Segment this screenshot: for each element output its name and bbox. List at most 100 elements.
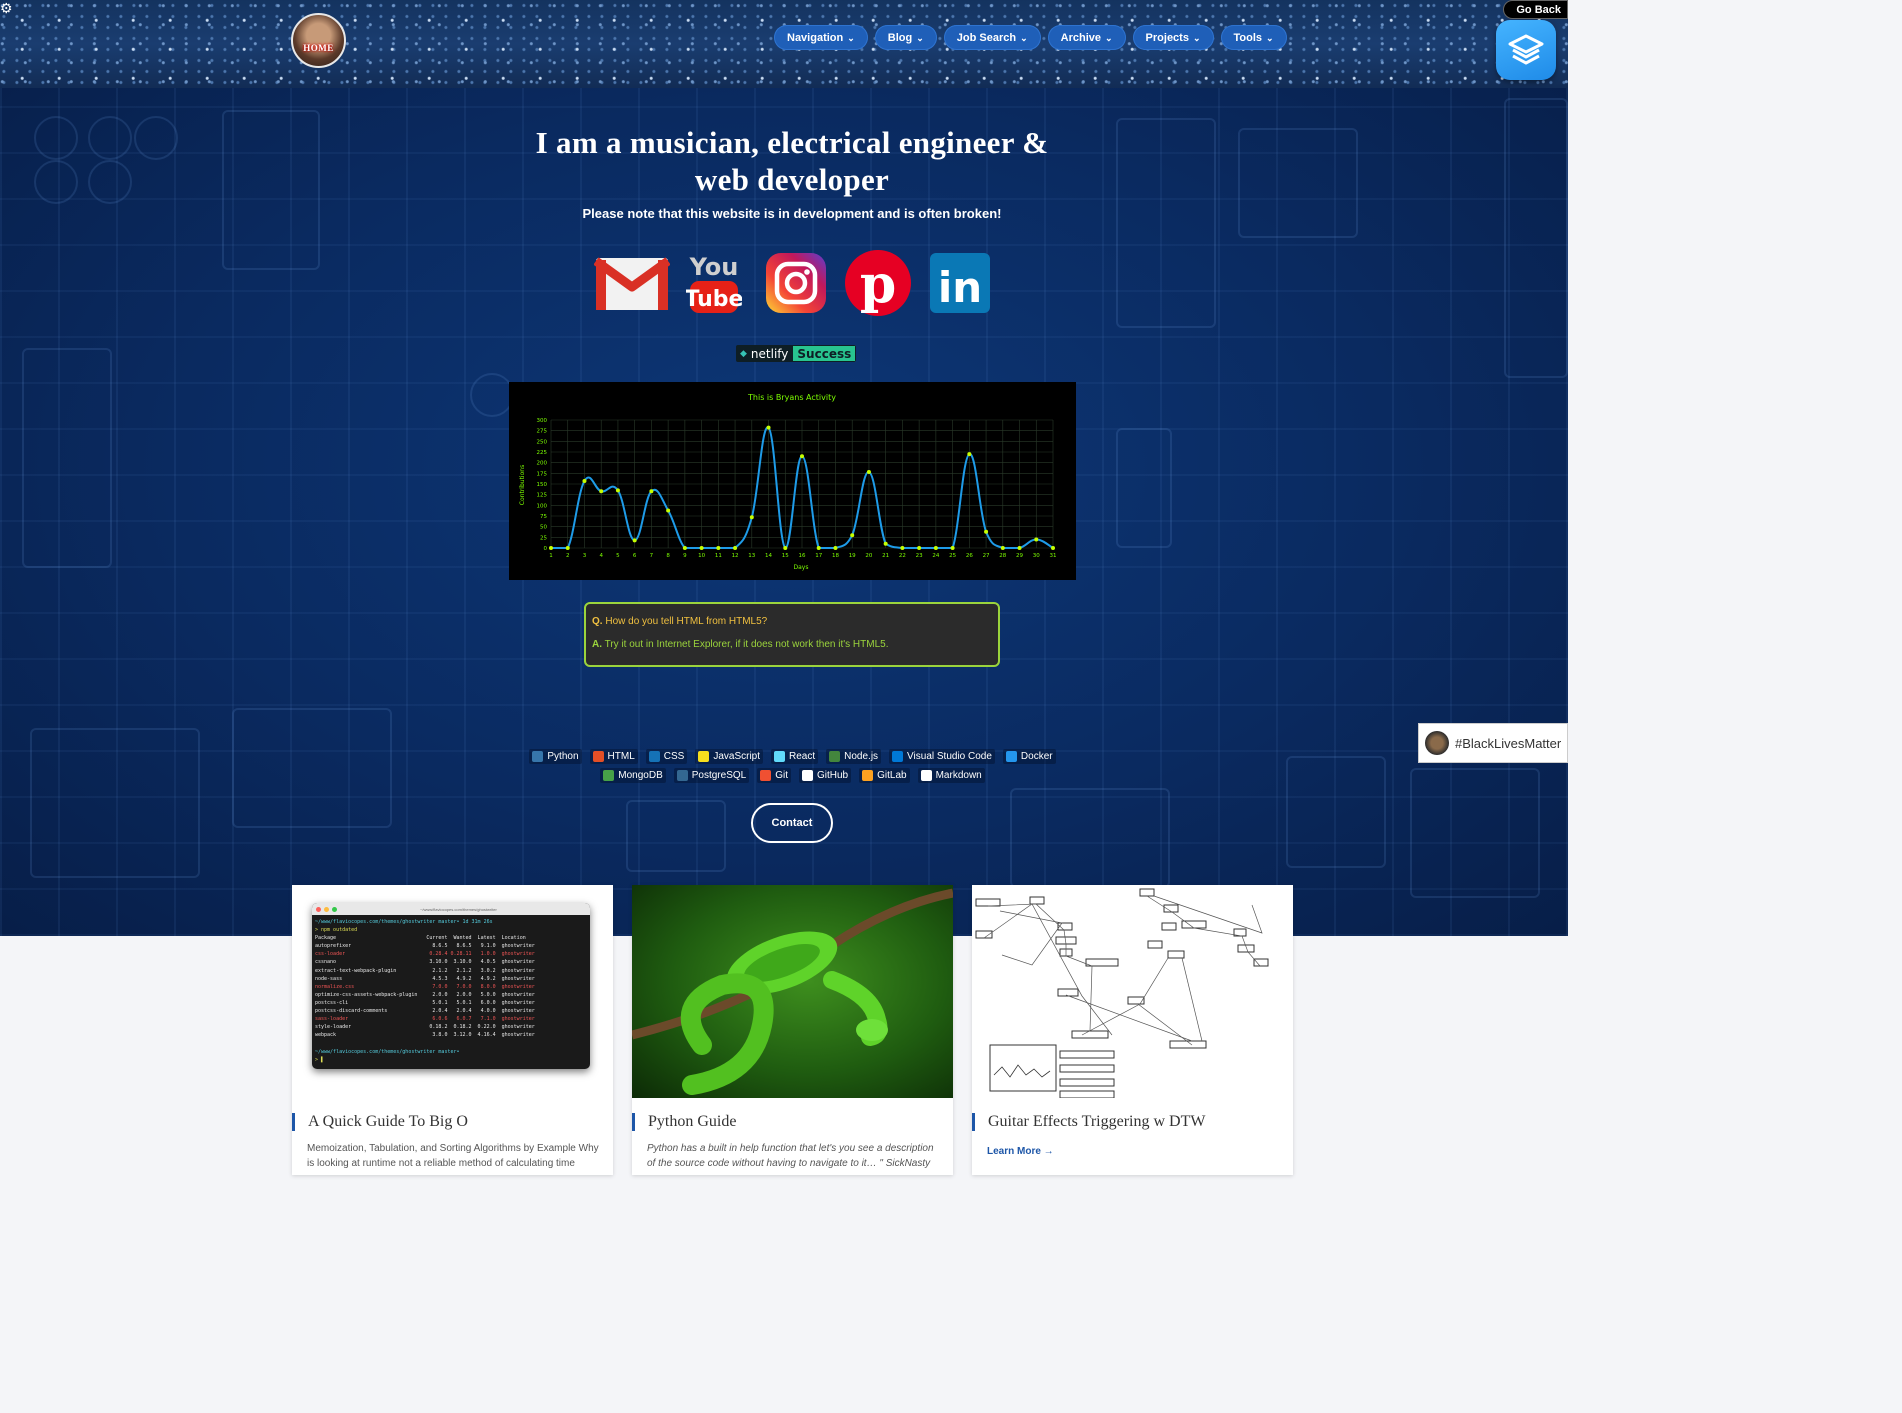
skill-badge-postgresql: PostgreSQL	[673, 768, 750, 783]
skill-label: Markdown	[935, 770, 982, 781]
home-avatar-link[interactable]: HOME	[291, 13, 346, 68]
svg-text:You: You	[689, 253, 739, 281]
chart-data-point	[800, 454, 804, 459]
go-back-button[interactable]: Go Back	[1503, 0, 1568, 19]
gmail-icon[interactable]	[594, 250, 670, 316]
circuit-chip-decoration	[1116, 118, 1216, 328]
skill-badge-github: GitHub	[799, 768, 852, 783]
chevron-down-icon: ⌄	[1192, 32, 1201, 43]
netlify-status-badge[interactable]: ◆ netlify Success	[736, 345, 857, 362]
gitlab-icon	[862, 770, 874, 781]
terminal-line: autoprefixer 8.6.5 8.6.5 9.1.0 ghostwrit…	[315, 943, 535, 950]
chart-x-tick-label: 4	[599, 553, 603, 559]
linkedin-icon[interactable]: in	[922, 250, 998, 316]
blog-card[interactable]: ~/www/flaviocopes.com/themes/ghostwriter…	[292, 885, 613, 1175]
chart-data-point	[649, 489, 654, 494]
skill-label: Python	[547, 751, 579, 762]
chart-data-point	[615, 488, 620, 493]
terminal-line: css-loader 0.28.4 0.28.11 1.0.0 ghostwri…	[315, 951, 535, 958]
terminal-screenshot: ~/www/flaviocopes.com/themes/ghostwriter…	[312, 903, 590, 1069]
chart-data-point	[1000, 546, 1005, 550]
blacklivesmatter-badge[interactable]: #BlackLivesMatter	[1418, 723, 1568, 763]
nav-blog[interactable]: Blog ⌄	[874, 25, 937, 50]
chart-y-tick-label: 150	[537, 482, 548, 488]
chart-data-point	[766, 425, 771, 430]
svg-text:p: p	[860, 254, 896, 315]
circuit-chip-decoration	[1410, 768, 1540, 898]
chart-x-tick-label: 19	[849, 553, 856, 559]
card-title[interactable]: Python Guide	[632, 1113, 736, 1131]
blog-card[interactable]: Guitar Effects Triggering w DTW Learn Mo…	[972, 885, 1293, 1175]
chart-x-tick-label: 5	[616, 553, 620, 559]
card-title[interactable]: A Quick Guide To Big O	[292, 1113, 468, 1131]
pinterest-icon[interactable]: p	[840, 250, 916, 316]
skill-badge-docker: Docker	[1002, 749, 1056, 764]
chart-data-point	[1051, 546, 1055, 550]
chart-x-tick-label: 9	[683, 553, 687, 559]
chart-x-tick-label: 2	[566, 553, 570, 559]
chart-x-tick-label: 1	[549, 553, 553, 559]
chart-x-tick-label: 15	[782, 553, 789, 559]
chart-data-point	[967, 452, 972, 457]
youtube-icon[interactable]: You Tube	[676, 250, 752, 316]
nav-job-search[interactable]: Job Search ⌄	[943, 25, 1041, 50]
skill-label: GitLab	[877, 770, 907, 781]
chart-data-point	[716, 546, 721, 550]
skill-badge-visual-studio-code: Visual Studio Code	[889, 749, 995, 764]
chart-data-point	[900, 546, 905, 550]
blog-card[interactable]: Python Guide Python has a built in help …	[632, 885, 953, 1175]
chart-x-tick-label: 21	[882, 553, 889, 559]
terminal-line: webpack 3.8.0 3.12.0 4.16.4 ghostwriter	[315, 1032, 535, 1039]
nav-tools[interactable]: Tools ⌄	[1220, 25, 1287, 50]
nav-projects[interactable]: Projects ⌄	[1132, 25, 1214, 50]
social-links: You Tube p in	[594, 250, 1004, 316]
chart-data-point	[950, 546, 955, 550]
mongodb-icon	[603, 770, 615, 781]
terminal-line: node-sass 4.5.3 4.9.2 4.9.2 ghostwriter	[315, 975, 535, 982]
chart-x-tick-label: 23	[916, 553, 923, 559]
chart-x-tick-label: 10	[698, 553, 705, 559]
terminal-line: sass-loader 6.0.6 6.0.7 7.1.0 ghostwrite…	[315, 1016, 535, 1023]
card-description: Python has a built in help function that…	[647, 1143, 934, 1169]
instagram-icon[interactable]	[758, 250, 834, 316]
chart-x-tick-label: 28	[999, 553, 1006, 559]
card-title[interactable]: Guitar Effects Triggering w DTW	[972, 1113, 1205, 1131]
circuit-chip-decoration	[1286, 756, 1386, 868]
terminal-line: ~/www/flaviocopes.com/themes/ghostwriter…	[315, 919, 493, 925]
chevron-down-icon: ⌄	[847, 32, 855, 43]
nav-archive[interactable]: Archive ⌄	[1047, 25, 1126, 50]
circuit-chip-decoration	[222, 110, 320, 270]
nav-label: Job Search	[956, 31, 1017, 44]
contact-button[interactable]: Contact	[751, 803, 833, 843]
nav-label: Navigation	[787, 31, 844, 44]
nav-navigation[interactable]: Navigation ⌄	[774, 25, 868, 50]
chart-data-point	[1034, 537, 1039, 542]
skill-badge-markdown: Markdown	[917, 768, 985, 783]
netlify-status: Success	[792, 345, 857, 362]
chart-data-point	[733, 546, 738, 550]
layers-stack-button[interactable]	[1496, 20, 1556, 80]
circuit-chip-decoration	[1116, 428, 1172, 548]
circuit-chip-decoration	[232, 708, 392, 828]
chart-data-point	[1017, 546, 1022, 550]
skill-label: PostgreSQL	[691, 770, 747, 781]
chart-data-point	[565, 546, 570, 550]
learn-more-link[interactable]: Learn More →	[987, 1146, 1054, 1157]
terminal-line: style-loader 0.18.2 0.18.2 0.22.0 ghostw…	[315, 1024, 535, 1031]
circuit-pad-decoration	[88, 116, 132, 160]
chart-x-label: Days	[794, 564, 809, 571]
skill-badge-react: React	[771, 749, 819, 764]
chart-y-label: Contributions	[519, 465, 526, 505]
activity-chart-svg: This is Bryans Activity Days Contributio…	[519, 393, 1057, 571]
gear-icon[interactable]: ⚙	[0, 0, 13, 17]
chart-data-point	[866, 470, 871, 475]
chart-x-tick-label: 30	[1033, 553, 1040, 559]
card-description: Memoization, Tabulation, and Sorting Alg…	[307, 1143, 599, 1169]
answer-prefix: A.	[592, 639, 602, 650]
skill-label: React	[789, 751, 816, 762]
hero-section: I am a musician, electrical engineer & w…	[0, 88, 1568, 936]
circuit-chip-decoration	[1504, 98, 1568, 378]
skill-badge-node-js: Node.js	[826, 749, 882, 764]
git-icon	[760, 770, 772, 781]
circuit-pad-decoration	[34, 116, 78, 160]
